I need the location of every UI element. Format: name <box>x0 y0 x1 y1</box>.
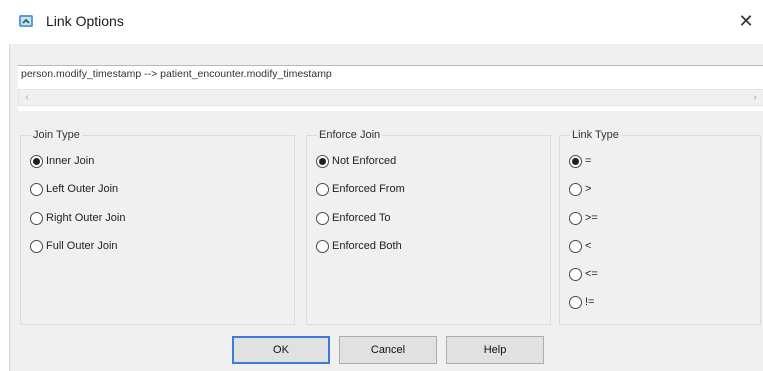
radio-link-less[interactable]: < <box>569 238 591 254</box>
radio-unselected-icon <box>316 182 329 196</box>
dialog-title: Link Options <box>46 13 124 29</box>
radio-unselected-icon <box>569 239 582 253</box>
radio-unselected-icon <box>316 239 329 253</box>
radio-right-outer-join[interactable]: Right Outer Join <box>30 210 125 226</box>
radio-selected-icon <box>316 154 329 168</box>
join-type-title: Join Type <box>31 129 82 141</box>
link-expression-panel: person.modify_timestamp --> patient_enco… <box>18 65 763 111</box>
radio-label: <= <box>585 268 598 280</box>
radio-enforced-to[interactable]: Enforced To <box>316 210 391 226</box>
radio-label: < <box>585 240 592 252</box>
enforce-join-title: Enforce Join <box>317 129 383 141</box>
scroll-right-icon[interactable]: › <box>747 90 763 105</box>
radio-label: Inner Join <box>46 155 95 167</box>
radio-unselected-icon <box>30 211 43 225</box>
radio-link-equal[interactable]: = <box>569 153 591 169</box>
radio-unselected-icon <box>316 211 329 225</box>
radio-unselected-icon <box>30 239 43 253</box>
radio-unselected-icon <box>569 211 582 225</box>
radio-label: > <box>585 183 592 195</box>
radio-label: Right Outer Join <box>46 212 126 224</box>
link-type-title: Link Type <box>570 129 621 141</box>
dialog-body: person.modify_timestamp --> patient_enco… <box>9 44 763 371</box>
link-type-group: Link Type = > >= < <= != <box>559 129 761 325</box>
radio-link-greater[interactable]: > <box>569 181 591 197</box>
horizontal-scrollbar[interactable]: ‹ › <box>18 89 763 106</box>
radio-selected-icon <box>30 154 43 168</box>
radio-not-enforced[interactable]: Not Enforced <box>316 153 396 169</box>
radio-inner-join[interactable]: Inner Join <box>30 153 94 169</box>
radio-unselected-icon <box>30 182 43 196</box>
radio-label: Not Enforced <box>332 155 397 167</box>
close-icon[interactable]: ✕ <box>735 9 757 33</box>
radio-selected-icon <box>569 154 582 168</box>
link-expression: person.modify_timestamp --> patient_enco… <box>21 68 332 80</box>
radio-link-not-equal[interactable]: != <box>569 294 594 310</box>
radio-label: Left Outer Join <box>46 183 119 195</box>
radio-unselected-icon <box>569 267 582 281</box>
radio-enforced-both[interactable]: Enforced Both <box>316 238 402 254</box>
link-options-icon <box>19 15 33 27</box>
title-bar: Link Options ✕ <box>0 0 763 44</box>
radio-link-greater-equal[interactable]: >= <box>569 210 598 226</box>
radio-unselected-icon <box>569 182 582 196</box>
radio-label: Full Outer Join <box>46 240 118 252</box>
enforce-join-group: Enforce Join Not Enforced Enforced From … <box>306 129 551 325</box>
cancel-button[interactable]: Cancel <box>339 336 437 364</box>
join-type-group: Join Type Inner Join Left Outer Join Rig… <box>20 129 295 325</box>
radio-label: Enforced To <box>332 212 391 224</box>
radio-label: >= <box>585 212 598 224</box>
radio-label: = <box>585 155 592 167</box>
radio-label: != <box>585 296 595 308</box>
radio-full-outer-join[interactable]: Full Outer Join <box>30 238 118 254</box>
scroll-left-icon[interactable]: ‹ <box>19 90 35 105</box>
ok-button[interactable]: OK <box>232 336 330 364</box>
radio-label: Enforced Both <box>332 240 402 252</box>
radio-unselected-icon <box>569 295 582 309</box>
radio-enforced-from[interactable]: Enforced From <box>316 181 405 197</box>
radio-label: Enforced From <box>332 183 405 195</box>
radio-left-outer-join[interactable]: Left Outer Join <box>30 181 118 197</box>
help-button[interactable]: Help <box>446 336 544 364</box>
radio-link-less-equal[interactable]: <= <box>569 266 598 282</box>
